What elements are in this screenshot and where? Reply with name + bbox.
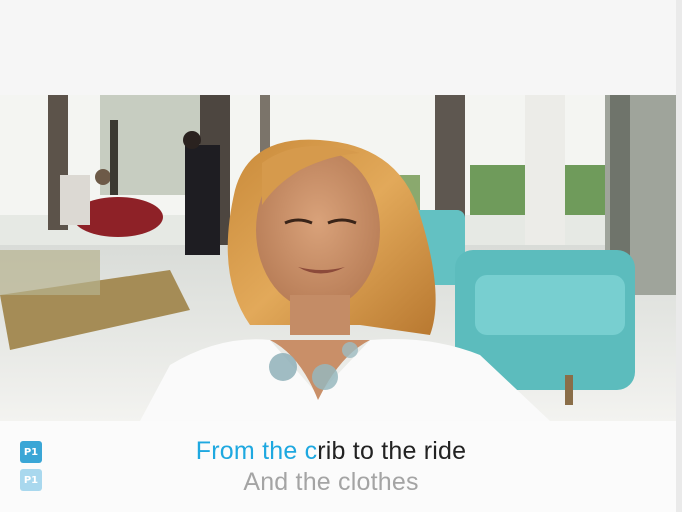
lyrics-panel: P1 P1 From the crib to the ride And the … xyxy=(0,421,676,512)
next-lyric-line: And the clothes xyxy=(243,468,419,496)
right-border xyxy=(676,0,682,512)
sung-lyric-text: From the c xyxy=(195,437,318,465)
music-video-scene xyxy=(0,95,676,421)
music-video-frame xyxy=(0,95,676,421)
current-lyric-line: From the crib to the ride xyxy=(0,437,662,466)
unsung-lyric-text: rib to the ride xyxy=(317,437,467,465)
top-letterbox xyxy=(0,0,676,95)
